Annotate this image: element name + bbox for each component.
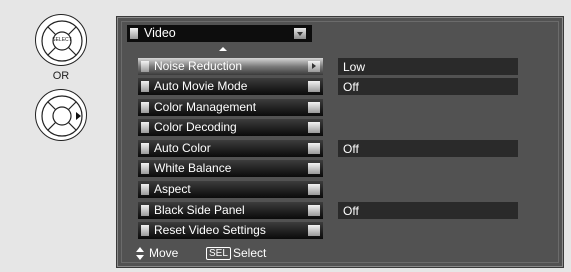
menu-item-white-balance[interactable]: White Balance bbox=[138, 160, 323, 177]
value-black-side-panel: Off bbox=[338, 202, 518, 219]
item-end-icon bbox=[308, 81, 320, 92]
select-key-icon: SELECT bbox=[35, 14, 87, 66]
menu-item-noise-reduction[interactable]: Noise Reduction bbox=[138, 58, 323, 75]
item-cap-icon bbox=[141, 102, 149, 113]
menu-item-label: White Balance bbox=[154, 161, 232, 175]
menu-item-label: Reset Video Settings bbox=[154, 223, 266, 237]
scroll-up-arrow-icon[interactable] bbox=[219, 47, 227, 51]
item-cap-icon bbox=[141, 81, 149, 92]
item-cap-icon bbox=[141, 184, 149, 195]
menu-item-black-side-panel[interactable]: Black Side Panel bbox=[138, 202, 323, 219]
value-auto-color: Off bbox=[338, 140, 518, 157]
menu-item-color-management[interactable]: Color Management bbox=[138, 99, 323, 116]
menu-item-label: Aspect bbox=[154, 182, 191, 196]
chevron-down-icon[interactable] bbox=[294, 28, 306, 39]
item-end-icon bbox=[308, 122, 320, 133]
item-cap-icon bbox=[141, 205, 149, 216]
value-auto-movie-mode: Off bbox=[338, 78, 518, 95]
menu-title-bar[interactable]: Video bbox=[127, 25, 312, 42]
item-end-icon bbox=[308, 184, 320, 195]
item-cap-icon bbox=[141, 143, 149, 154]
menu-item-label: Color Decoding bbox=[154, 120, 237, 134]
menu-item-color-decoding[interactable]: Color Decoding bbox=[138, 119, 323, 136]
item-cap-icon bbox=[141, 163, 149, 174]
item-end-icon bbox=[308, 225, 320, 236]
move-label: Move bbox=[149, 246, 179, 260]
menu-item-label: Auto Color bbox=[154, 141, 211, 155]
item-cap-icon bbox=[141, 61, 149, 72]
item-cap-icon bbox=[141, 225, 149, 236]
menu-item-label: Auto Movie Mode bbox=[154, 79, 248, 93]
up-down-arrow-icon bbox=[136, 247, 144, 260]
video-menu-panel: Video Noise Reduction Low Auto Movie Mod… bbox=[116, 16, 564, 268]
menu-item-auto-color[interactable]: Auto Color bbox=[138, 140, 323, 157]
menu-item-label: Color Management bbox=[154, 100, 257, 114]
chevron-right-icon bbox=[308, 61, 320, 72]
menu-item-label: Black Side Panel bbox=[154, 203, 245, 217]
select-label: Select bbox=[233, 246, 267, 260]
menu-item-aspect[interactable]: Aspect bbox=[138, 181, 323, 198]
item-end-icon bbox=[308, 102, 320, 113]
sel-key-icon: SEL bbox=[206, 247, 231, 260]
key-guide-footer: Move SEL Select bbox=[118, 244, 310, 263]
item-end-icon bbox=[308, 163, 320, 174]
menu-item-auto-movie-mode[interactable]: Auto Movie Mode bbox=[138, 78, 323, 95]
menu-title: Video bbox=[144, 26, 176, 40]
item-end-icon bbox=[308, 143, 320, 154]
value-noise-reduction: Low bbox=[338, 58, 518, 75]
item-cap-icon bbox=[141, 122, 149, 133]
menu-item-reset-video-settings[interactable]: Reset Video Settings bbox=[138, 222, 323, 239]
menu-item-label: Noise Reduction bbox=[154, 59, 243, 73]
select-key-text: SELECT bbox=[52, 37, 72, 43]
or-label: OR bbox=[52, 70, 70, 82]
title-bar-cap-icon bbox=[130, 28, 138, 39]
dpad-right-icon bbox=[35, 89, 87, 141]
item-end-icon bbox=[308, 205, 320, 216]
